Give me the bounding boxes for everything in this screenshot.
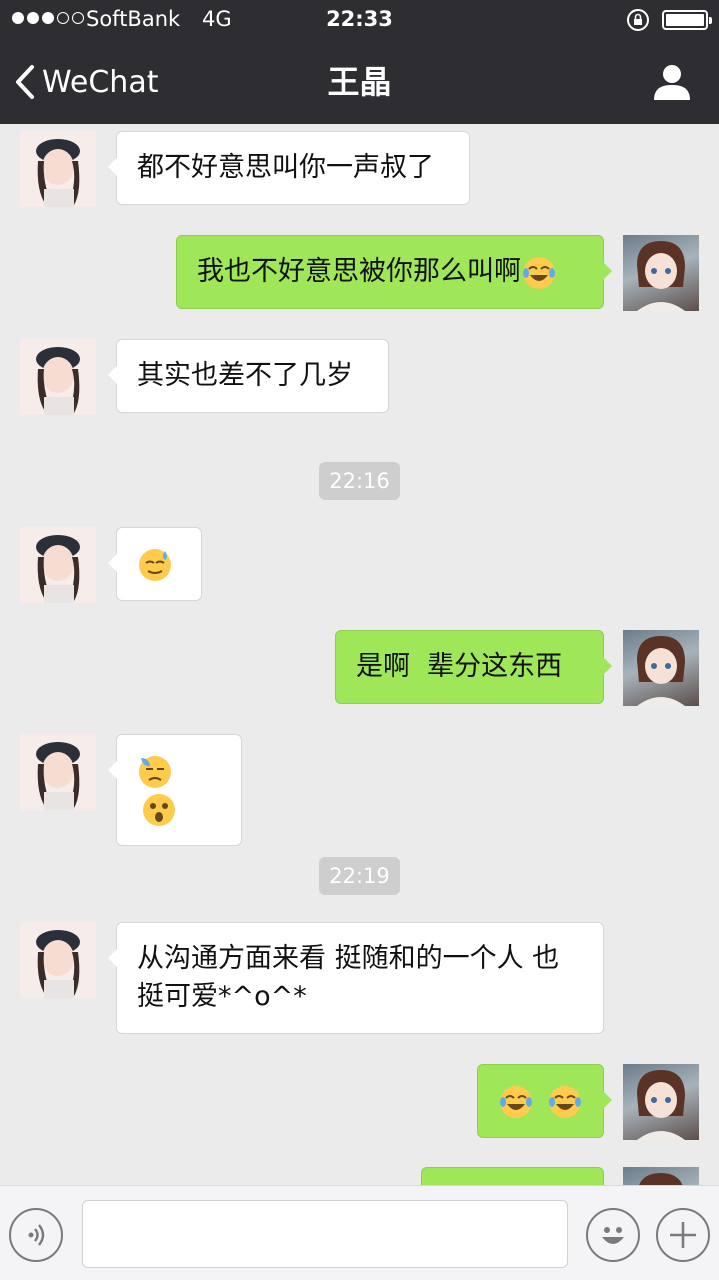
contact-avatar[interactable] — [20, 339, 96, 415]
joy-tears-emoji — [523, 256, 555, 289]
outgoing-message[interactable]: 我也不好意思被你那么叫啊 — [176, 235, 612, 309]
plus-icon — [670, 1222, 696, 1248]
incoming-message[interactable]: 都不好意思叫你一声叔了 — [108, 131, 470, 205]
contact-avatar[interactable] — [20, 131, 96, 207]
more-button[interactable] — [656, 1208, 710, 1262]
input-bar — [0, 1185, 719, 1280]
chat-area[interactable]: 都不好意思叫你一声叔了 我也不好意思被你那么叫啊 其实也差不了几岁 22:16 … — [0, 124, 719, 1185]
joy-tears-emoji — [500, 1085, 532, 1118]
message-text: 都不好意思叫你一声叔了 — [137, 152, 434, 183]
status-bar: SoftBank 4G 22:33 — [0, 0, 719, 40]
voice-button[interactable] — [9, 1208, 63, 1262]
back-button[interactable]: WeChat — [14, 60, 158, 104]
emoji-icon — [602, 1227, 624, 1244]
incoming-message[interactable]: 从沟通方面来看 挺随和的一个人 也 挺可爱*^o^* — [108, 922, 604, 1034]
astonished-emoji — [143, 793, 175, 826]
downcast-sweat-emoji — [139, 755, 171, 788]
voice-icon — [28, 1224, 45, 1246]
timestamp: 22:19 — [319, 857, 400, 895]
outgoing-message[interactable] — [477, 1064, 612, 1138]
my-avatar[interactable] — [623, 630, 699, 706]
joy-tears-emoji — [548, 1085, 581, 1118]
outgoing-message[interactable] — [421, 1167, 604, 1185]
emoji-button[interactable] — [586, 1208, 640, 1262]
incoming-message[interactable]: 其实也差不了几岁 — [108, 339, 389, 413]
message-text: 我也不好意思被你那么叫啊 — [197, 256, 521, 287]
contact-avatar[interactable] — [20, 922, 96, 998]
my-avatar[interactable] — [623, 1167, 699, 1185]
my-avatar[interactable] — [623, 235, 699, 311]
status-time: 22:33 — [326, 7, 393, 31]
my-avatar[interactable] — [623, 1064, 699, 1140]
message-text: 其实也差不了几岁 — [137, 360, 353, 391]
back-chevron-icon — [16, 65, 34, 99]
nav-bar: WeChat 王晶 — [0, 40, 719, 124]
battery-icon — [662, 10, 712, 30]
incoming-message[interactable] — [108, 527, 202, 601]
message-input[interactable] — [82, 1200, 568, 1268]
incoming-message[interactable] — [108, 734, 242, 846]
timestamp: 22:16 — [319, 462, 400, 500]
sweat-smile-emoji — [139, 548, 171, 581]
profile-icon[interactable] — [650, 60, 694, 104]
outgoing-message[interactable]: 是啊 辈分这东西 — [335, 630, 612, 704]
contact-avatar[interactable] — [20, 734, 96, 810]
contact-avatar[interactable] — [20, 527, 96, 603]
message-text-line: 挺可爱*^o^* — [137, 981, 307, 1012]
message-text: 是啊 辈分这东西 — [356, 651, 563, 682]
message-text-line: 从沟通方面来看 挺随和的一个人 也 — [137, 943, 560, 974]
top-bar: SoftBank 4G 22:33 WeChat 王晶 — [0, 0, 719, 124]
lock-rotation-icon — [627, 9, 649, 31]
back-label: WeChat — [42, 64, 159, 100]
